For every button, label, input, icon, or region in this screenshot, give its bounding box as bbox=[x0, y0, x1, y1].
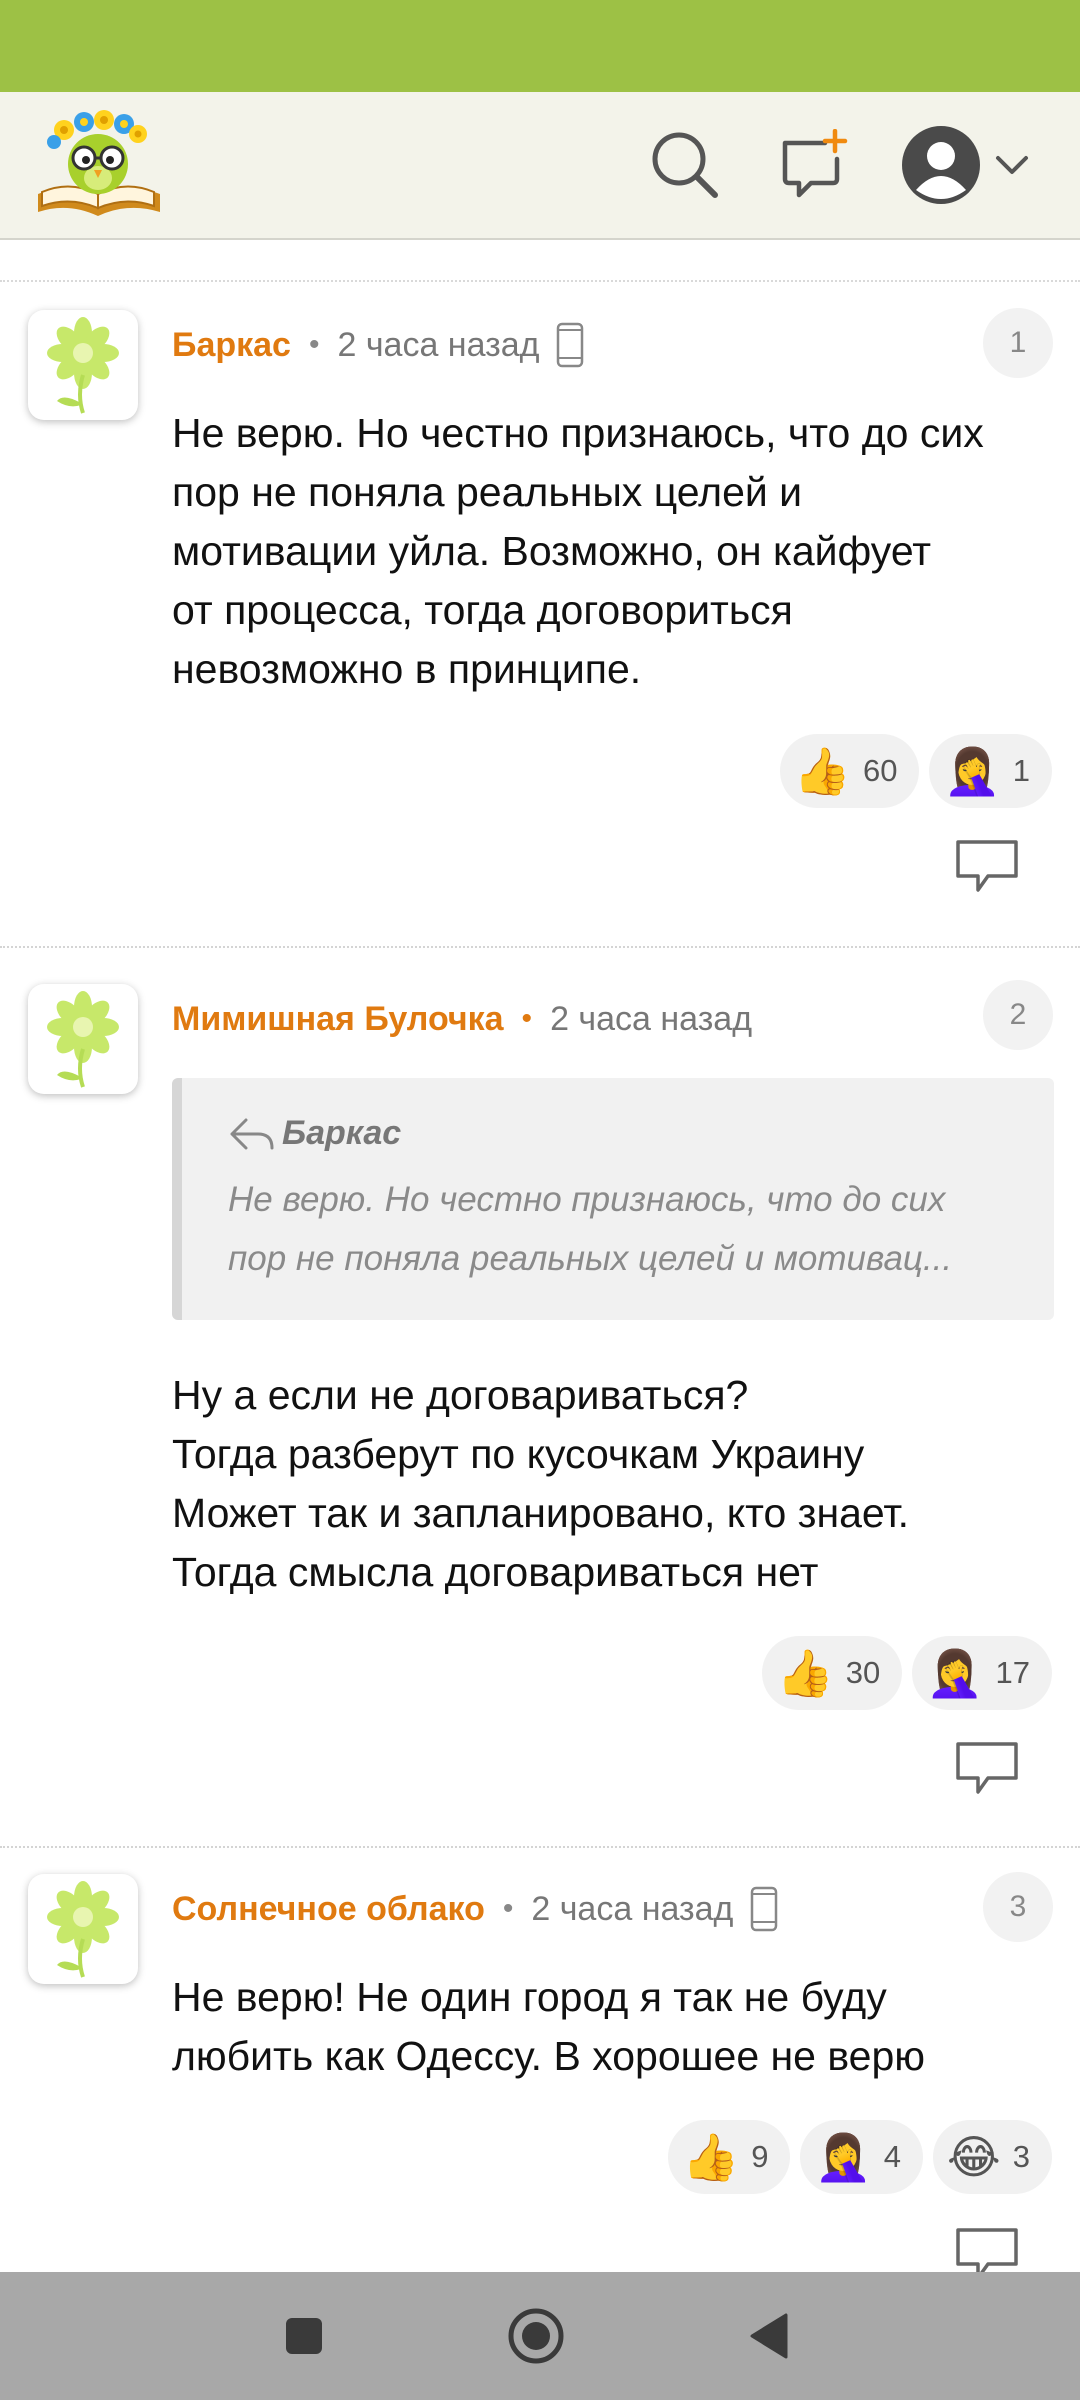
timestamp: 2 часа назад bbox=[550, 999, 753, 1038]
facepalm-reaction[interactable]: 🤦‍♀️ 4 bbox=[800, 2120, 923, 2194]
text-line: Тогда разберут по кусочкам Украину bbox=[172, 1431, 865, 1477]
text-line: Ну а если не договариваться? bbox=[172, 1372, 749, 1418]
site-logo[interactable] bbox=[34, 108, 164, 220]
like-reaction[interactable]: 👍 30 bbox=[762, 1636, 903, 1710]
chevron-down-icon bbox=[996, 156, 1028, 174]
like-reaction[interactable]: 👍 9 bbox=[667, 2120, 791, 2194]
reaction-count: 4 bbox=[883, 2139, 901, 2174]
book-owl-flowers-logo-icon bbox=[38, 110, 160, 216]
reaction-count: 9 bbox=[751, 2139, 769, 2174]
user-menu-button[interactable] bbox=[896, 120, 1036, 210]
comment-divider bbox=[0, 1846, 1080, 1848]
triangle-back-icon bbox=[750, 2313, 788, 2359]
text-line: Не верю. Но честно признаюсь, что до сих bbox=[172, 410, 984, 456]
text-line: от процесса, тогда договориться bbox=[172, 587, 793, 633]
square-recents-icon bbox=[286, 2318, 322, 2354]
reply-icon bbox=[956, 1742, 1018, 1794]
author-name[interactable]: Солнечное облако bbox=[172, 1890, 485, 1929]
avatar[interactable] bbox=[28, 984, 138, 1094]
divider bbox=[0, 280, 1080, 282]
reactions: 👍 30 🤦‍♀️ 17 bbox=[762, 1636, 1052, 1710]
home-button[interactable] bbox=[496, 2296, 576, 2376]
reply-icon bbox=[956, 840, 1018, 892]
facepalm-reaction[interactable]: 🤦‍♀️ 1 bbox=[929, 734, 1052, 808]
reactions: 👍 60 🤦‍♀️ 1 bbox=[779, 734, 1052, 808]
facepalm-reaction[interactable]: 🤦‍♀️ 17 bbox=[912, 1636, 1052, 1710]
comment-text: Не верю. Но честно признаюсь, что до сих… bbox=[172, 404, 1062, 699]
comment-meta: Баркас • 2 часа назад bbox=[172, 320, 585, 370]
flower-avatar-icon bbox=[47, 1881, 119, 1978]
laugh-reaction[interactable]: 😂 3 bbox=[933, 2120, 1052, 2194]
avatar[interactable] bbox=[28, 310, 138, 420]
separator-dot: • bbox=[308, 328, 320, 361]
facepalm-icon: 🤦‍♀️ bbox=[814, 2131, 872, 2183]
quote-line: Не верю. Но честно признаюсь, что до сих bbox=[228, 1180, 946, 1219]
comment-text: Не верю! Не один город я так не буду люб… bbox=[172, 1968, 1062, 2086]
quote-author: Баркас bbox=[228, 1114, 401, 1153]
search-icon bbox=[652, 132, 718, 198]
thumbs-up-icon: 👍 bbox=[793, 745, 851, 797]
text-line: Не верю! Не один город я так не буду bbox=[172, 1974, 887, 2020]
facepalm-icon: 🤦‍♀️ bbox=[926, 1647, 984, 1699]
separator-dot: • bbox=[502, 1892, 514, 1925]
quoted-comment[interactable]: Баркас Не верю. Но честно признаюсь, что… bbox=[172, 1078, 1054, 1320]
search-button[interactable] bbox=[640, 120, 730, 210]
text-line: невозможно в принципе. bbox=[172, 646, 642, 692]
text-line: Тогда смысла договариваться нет bbox=[172, 1549, 819, 1595]
reply-arrow-icon bbox=[230, 1118, 274, 1149]
mobile-device-icon bbox=[555, 322, 585, 368]
new-post-button[interactable] bbox=[768, 120, 858, 210]
reply-button[interactable] bbox=[954, 1740, 1020, 1796]
facepalm-icon: 🤦‍♀️ bbox=[943, 745, 1001, 797]
text-line: мотивации уйла. Возможно, он кайфует bbox=[172, 528, 932, 574]
quote-text: Не верю. Но честно признаюсь, что до сих… bbox=[228, 1170, 1008, 1288]
reaction-count: 30 bbox=[845, 1655, 881, 1690]
comment-meta: Солнечное облако • 2 часа назад bbox=[172, 1884, 779, 1934]
comment-text: Ну а если не договариваться? Тогда разбе… bbox=[172, 1366, 1062, 1602]
reaction-count: 1 bbox=[1012, 753, 1030, 788]
new-post-icon bbox=[782, 129, 848, 198]
circle-home-icon bbox=[508, 2308, 564, 2364]
quote-line: пор не поняла реальных целей и мотивац..… bbox=[228, 1239, 953, 1278]
author-name[interactable]: Баркас bbox=[172, 326, 291, 365]
text-line: Может так и запланировано, кто знает. bbox=[172, 1490, 909, 1536]
timestamp: 2 часа назад bbox=[337, 325, 540, 364]
separator-dot: • bbox=[521, 1002, 533, 1035]
reaction-count: 3 bbox=[1012, 2139, 1030, 2174]
system-nav-bar bbox=[0, 2272, 1080, 2400]
avatar-icon bbox=[902, 126, 980, 204]
reactions: 👍 9 🤦‍♀️ 4 😂 3 bbox=[667, 2120, 1052, 2194]
text-line: любить как Одессу. В хорошее не верю bbox=[172, 2033, 926, 2079]
back-button[interactable] bbox=[728, 2296, 808, 2376]
reply-button[interactable] bbox=[954, 838, 1020, 894]
like-reaction[interactable]: 👍 60 bbox=[779, 734, 920, 808]
thumbs-up-icon: 👍 bbox=[681, 2131, 740, 2183]
comment-number: 1 bbox=[983, 308, 1053, 378]
flower-avatar-icon bbox=[47, 317, 119, 414]
comment-meta: Мимишная Булочка • 2 часа назад bbox=[172, 994, 752, 1044]
thumbs-up-icon: 👍 bbox=[776, 1647, 834, 1699]
status-bar bbox=[0, 0, 1080, 92]
laughing-face-icon: 😂 bbox=[947, 2131, 1001, 2183]
timestamp: 2 часа назад bbox=[531, 1889, 734, 1928]
reaction-count: 17 bbox=[995, 1655, 1030, 1690]
comment-number: 3 bbox=[983, 1872, 1053, 1942]
reaction-count: 60 bbox=[862, 753, 898, 788]
flower-avatar-icon bbox=[47, 991, 119, 1088]
comment-number: 2 bbox=[983, 980, 1053, 1050]
recents-button[interactable] bbox=[264, 2296, 344, 2376]
comment-divider bbox=[0, 946, 1080, 948]
author-name[interactable]: Мимишная Булочка bbox=[172, 1000, 504, 1039]
app-header bbox=[0, 92, 1080, 240]
mobile-device-icon bbox=[749, 1886, 779, 1932]
avatar[interactable] bbox=[28, 1874, 138, 1984]
quote-author-name: Баркас bbox=[282, 1114, 402, 1152]
text-line: пор не поняла реальных целей и bbox=[172, 469, 803, 515]
